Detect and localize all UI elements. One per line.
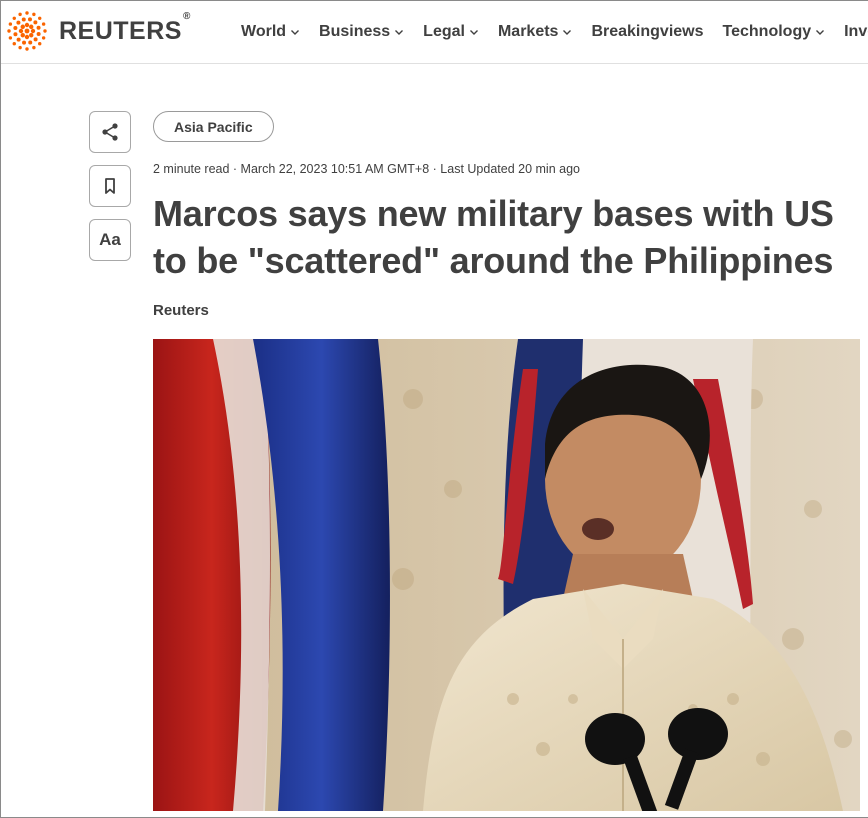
lead-photo xyxy=(153,339,860,811)
chevron-down-icon xyxy=(816,30,825,35)
reuters-dot-ring-logo-icon xyxy=(7,11,47,51)
article-byline[interactable]: Reuters xyxy=(153,302,209,319)
nav-item-label: Markets xyxy=(497,23,559,40)
chevron-down-icon xyxy=(395,30,404,35)
nav-item-label: Technology xyxy=(722,23,812,40)
nav-item-label: Legal xyxy=(423,23,465,40)
share-button[interactable] xyxy=(89,111,131,153)
brand-name: REUTERS® xyxy=(59,10,191,45)
lead-photo-illustration xyxy=(153,339,860,811)
article-actions: Aa xyxy=(89,111,131,273)
font-size-label: Aa xyxy=(99,230,121,249)
nav-item-label: Investiga xyxy=(844,23,868,40)
nav-item-breakingviews[interactable]: Breakingviews xyxy=(591,23,703,41)
nav-item-markets[interactable]: Markets xyxy=(498,23,572,41)
article-headline: Marcos says new military bases with US t… xyxy=(153,193,834,281)
nav-item-technology[interactable]: Technology xyxy=(723,23,826,41)
nav-item-investigations[interactable]: Investiga xyxy=(844,23,868,41)
bookmark-icon xyxy=(105,178,115,194)
font-size-button[interactable]: Aa xyxy=(89,219,131,261)
site-header: REUTERS® World Business Legal Markets Br… xyxy=(0,0,868,64)
main-nav: World Business Legal Markets Breakingvie… xyxy=(241,0,868,63)
reuters-logo[interactable]: REUTERS® xyxy=(4,9,191,53)
chevron-down-icon xyxy=(469,30,478,35)
nav-item-label: World xyxy=(241,23,287,40)
section-tag[interactable]: Asia Pacific xyxy=(153,111,274,142)
nav-item-legal[interactable]: Legal xyxy=(423,23,479,41)
share-icon xyxy=(102,123,118,141)
chevron-down-icon xyxy=(291,30,300,35)
nav-item-business[interactable]: Business xyxy=(319,23,404,41)
nav-item-world[interactable]: World xyxy=(241,23,300,41)
nav-item-label: Breakingviews xyxy=(591,23,704,40)
nav-item-label: Business xyxy=(319,23,391,40)
chevron-down-icon xyxy=(563,30,572,35)
article-meta: 2 minute read · March 22, 2023 10:51 AM … xyxy=(153,162,580,176)
bookmark-button[interactable] xyxy=(89,165,131,207)
